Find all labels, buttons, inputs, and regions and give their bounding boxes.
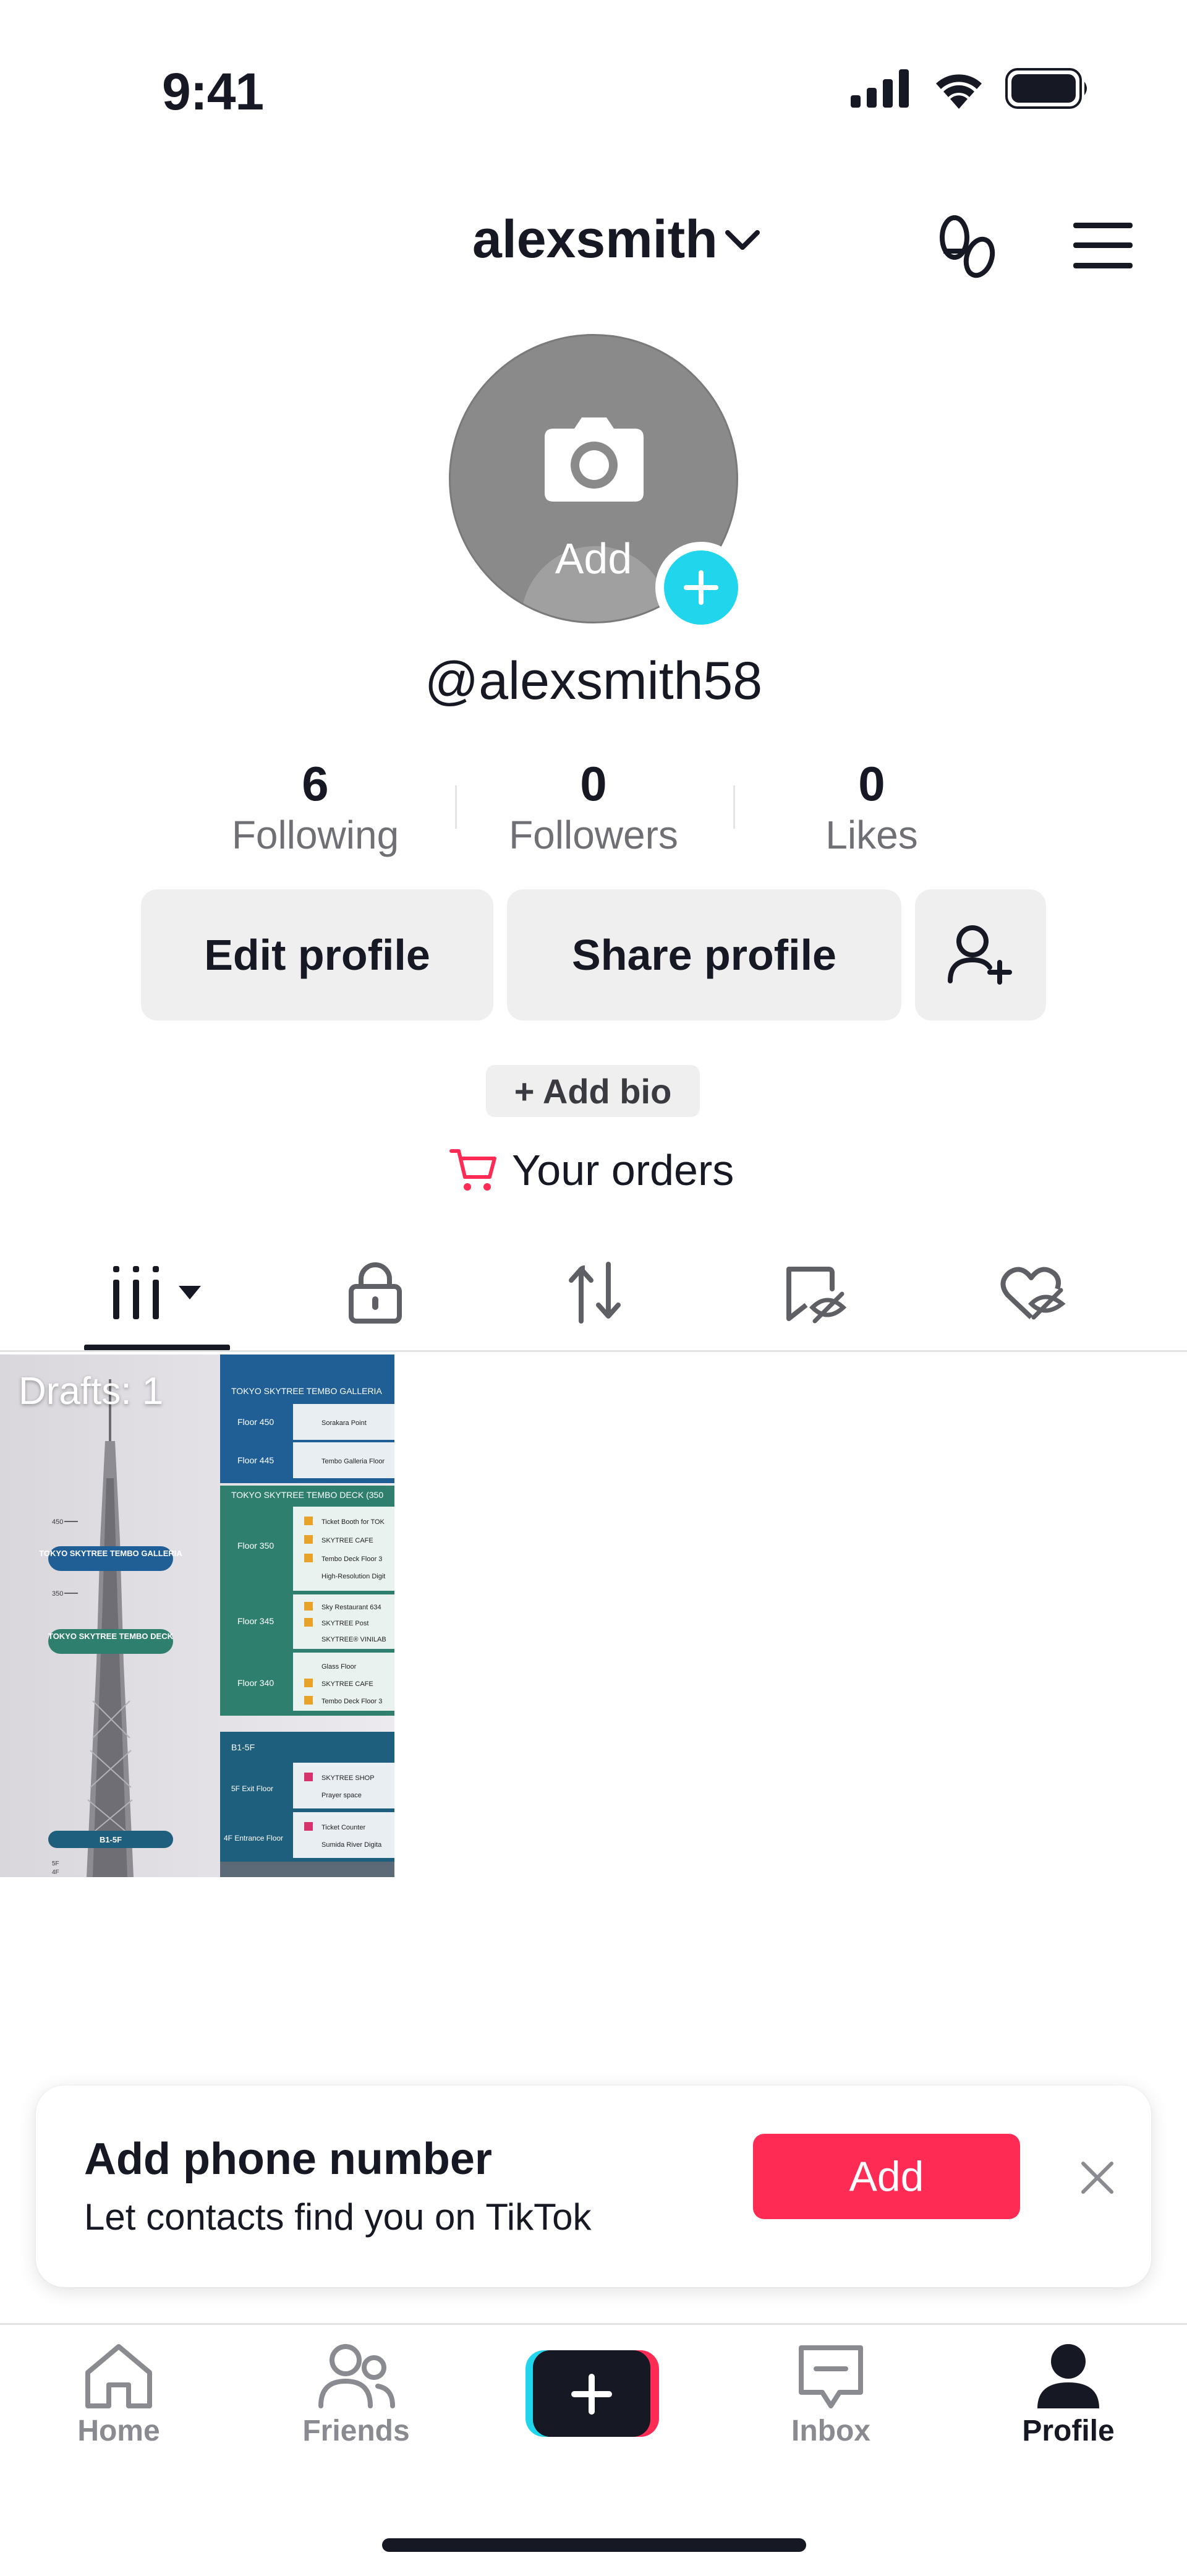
deck-header: TOKYO SKYTREE TEMBO DECK (350 (231, 1490, 383, 1500)
profile-person-icon (1037, 2344, 1099, 2408)
nav-profile-label: Profile (1022, 2415, 1115, 2447)
share-profile-button[interactable]: Share profile (507, 889, 901, 1021)
deck-item: Sky Restaurant 634 (321, 1604, 381, 1611)
your-orders-link[interactable]: Your orders (449, 1145, 734, 1195)
add-bio-button[interactable]: + Add bio (486, 1065, 700, 1117)
friends-icon (318, 2344, 395, 2408)
hamburger-menu-icon[interactable] (1073, 223, 1133, 268)
profile-handle: @alexsmith58 (424, 651, 763, 711)
stat-likes-value: 0 (858, 756, 885, 811)
home-icon (85, 2344, 152, 2408)
plus-icon (571, 2374, 612, 2415)
caret-down-icon (179, 1286, 201, 1299)
nav-home-label: Home (77, 2415, 160, 2447)
close-icon[interactable] (1079, 2160, 1115, 2196)
banner-title: Add phone number (84, 2134, 492, 2184)
add-user-icon (948, 925, 1012, 985)
floor-345-label: Floor 345 (237, 1616, 274, 1626)
nav-friends-label: Friends (302, 2415, 410, 2447)
nav-create-button[interactable] (525, 2350, 659, 2437)
account-switcher[interactable]: alexsmith (472, 209, 761, 270)
galleria-header: TOKYO SKYTREE TEMBO GALLERIA (231, 1386, 382, 1396)
drafts-thumbnail[interactable]: 450 350 5F 4F TOKYO SKYTREE TEMBO GALLER… (0, 1354, 394, 1877)
stat-likes-label: Likes (825, 813, 918, 857)
entrance-floor-label: 4F Entrance Floor (224, 1834, 283, 1842)
nav-profile[interactable]: Profile (994, 2342, 1142, 2448)
status-time: 9:41 (162, 62, 264, 121)
banner-subtitle: Let contacts find you on TikTok (84, 2196, 592, 2238)
drafts-count-label: Drafts: 1 (19, 1370, 164, 1413)
deck-item: SKYTREE CAFE (321, 1680, 373, 1688)
nav-inbox-label: Inbox (791, 2415, 870, 2447)
deck-item: Ticket Booth for TOK (321, 1518, 385, 1526)
stat-likes[interactable]: 0 Likes (767, 756, 977, 858)
nav-friends[interactable]: Friends (282, 2342, 430, 2448)
plus-icon (684, 570, 718, 605)
battery-icon (1005, 68, 1087, 109)
deck-item: SKYTREE® VINILAB (321, 1636, 386, 1643)
tab-reposts-icon[interactable] (564, 1262, 626, 1324)
deck-item: SKYTREE Post (321, 1620, 368, 1627)
floor-350-label: Floor 350 (237, 1541, 274, 1551)
wifi-icon (936, 74, 982, 109)
add-friend-button[interactable] (915, 889, 1046, 1021)
b1-item: Prayer space (321, 1792, 362, 1799)
stat-divider (455, 785, 457, 829)
home-indicator (382, 2538, 806, 2552)
cellular-signal-icon (851, 69, 909, 108)
stat-followers-value: 0 (580, 756, 607, 811)
deck-item: Tembo Deck Floor 3 (321, 1698, 382, 1705)
tower-b1-label: B1-5F (100, 1835, 122, 1844)
add-phone-banner: Add phone number Let contacts find you o… (36, 2086, 1151, 2287)
b1-item: Ticket Counter (321, 1824, 365, 1831)
tab-favorites-hidden-icon[interactable] (783, 1264, 848, 1324)
b1-item: Sumida River Digita (321, 1841, 382, 1849)
cart-icon (449, 1149, 496, 1191)
nav-home[interactable]: Home (45, 2342, 193, 2448)
floor-340-label: Floor 340 (237, 1678, 274, 1688)
footprints-icon[interactable] (937, 214, 999, 278)
deck-item: SKYTREE CAFE (321, 1537, 373, 1544)
tick-5f: 5F (52, 1860, 59, 1867)
stat-following-value: 6 (302, 756, 329, 811)
stat-divider (733, 785, 735, 829)
stat-following[interactable]: 6 Following (210, 756, 420, 858)
stat-following-label: Following (231, 813, 399, 857)
deck-item: Tembo Deck Floor 3 (321, 1555, 382, 1563)
video-grid-icon (113, 1266, 159, 1319)
drafts-thumbnail-image: 450 350 5F 4F TOKYO SKYTREE TEMBO GALLER… (0, 1354, 394, 1877)
floor-445-label: Floor 445 (237, 1455, 274, 1465)
tabs-divider (0, 1350, 1187, 1352)
tab-liked-hidden-icon[interactable] (1000, 1265, 1066, 1322)
camera-icon (545, 417, 644, 502)
deck-item: High-Resolution Digit (321, 1573, 385, 1580)
tick-450: 450 (52, 1518, 63, 1526)
b1-item: SKYTREE SHOP (321, 1774, 375, 1782)
inbox-icon (799, 2345, 863, 2408)
chevron-down-icon (725, 229, 760, 250)
tower-galleria-label: TOKYO SKYTREE TEMBO GALLERIA (39, 1549, 182, 1558)
username-label: alexsmith (472, 210, 718, 269)
tick-4f: 4F (52, 1869, 59, 1876)
tab-videos[interactable] (84, 1256, 230, 1330)
edit-profile-button[interactable]: Edit profile (141, 889, 493, 1021)
create-button-face (533, 2350, 650, 2437)
b1-header: B1-5F (231, 1742, 255, 1752)
tower-deck-label: TOKYO SKYTREE TEMBO DECK (48, 1632, 174, 1641)
your-orders-label: Your orders (512, 1146, 734, 1194)
banner-add-button[interactable]: Add (753, 2134, 1020, 2219)
deck-item: Glass Floor (321, 1663, 357, 1671)
tab-private-lock-icon[interactable] (347, 1262, 403, 1324)
galleria-item-445: Tembo Galleria Floor (321, 1458, 385, 1465)
exit-floor-label: 5F Exit Floor (231, 1784, 273, 1793)
tick-350: 350 (52, 1590, 63, 1598)
galleria-item-450: Sorakara Point (321, 1419, 367, 1427)
stat-followers[interactable]: 0 Followers (488, 756, 699, 858)
nav-inbox[interactable]: Inbox (757, 2342, 905, 2448)
floor-450-label: Floor 450 (237, 1417, 274, 1427)
stat-followers-label: Followers (509, 813, 678, 857)
avatar-add-button[interactable] (664, 550, 738, 625)
